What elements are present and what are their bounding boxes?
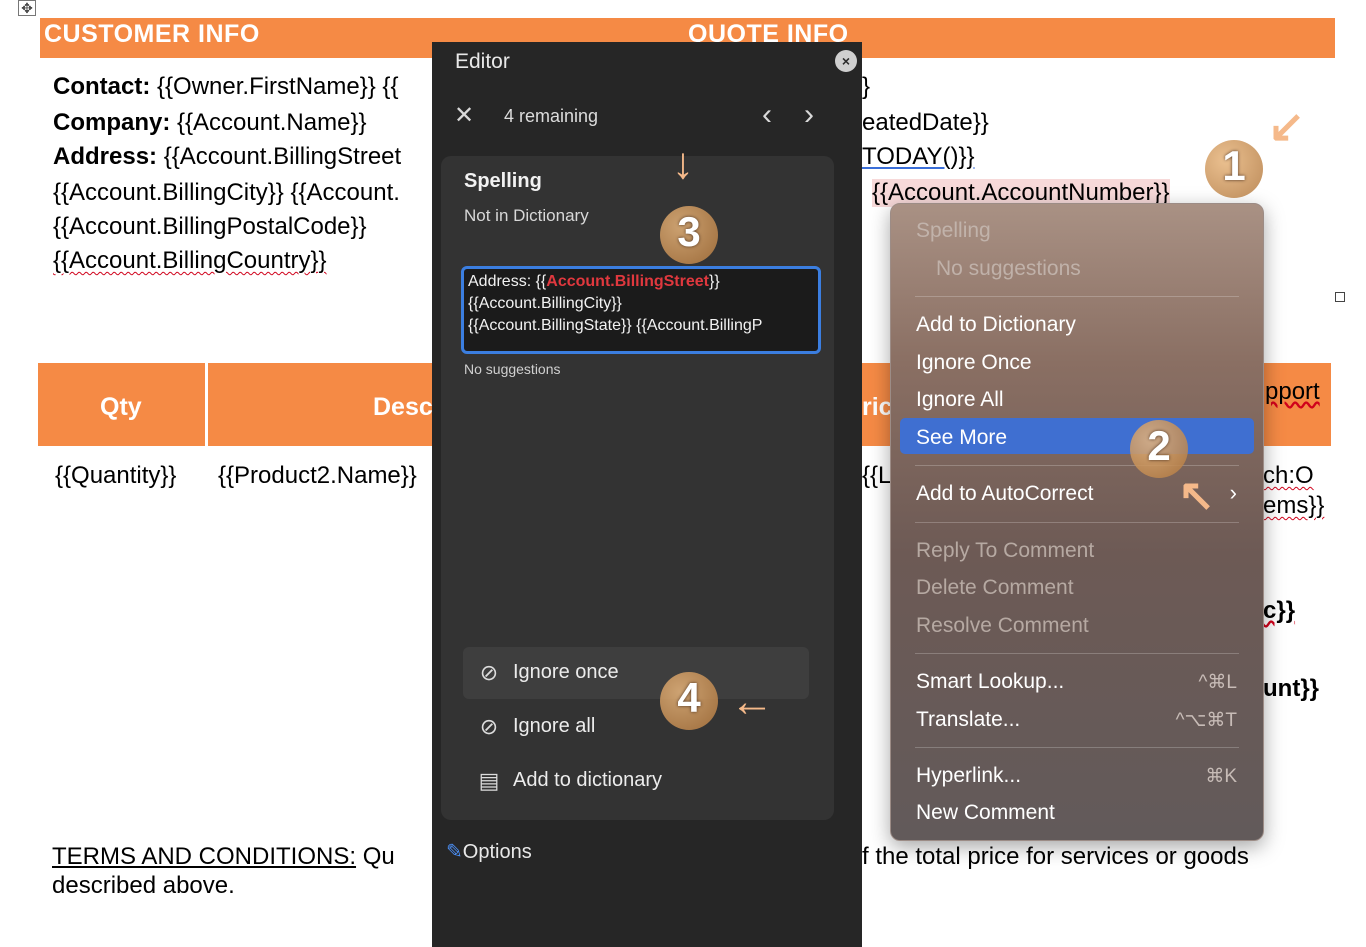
list-price-cell: {{L	[862, 462, 892, 489]
step-number: 1	[1222, 142, 1246, 189]
flagged-word: Account.BillingStreet	[546, 273, 709, 290]
menu-separator	[915, 296, 1239, 297]
context-snippet: Address: {{Account.BillingStreet}} {{Acc…	[461, 266, 821, 354]
suggestion-card: Spelling Not in Dictionary Address: {{Ac…	[441, 156, 834, 820]
support-column-header: pport	[1265, 378, 1320, 405]
contact-line: Contact: {{Owner.FirstName}} {{	[53, 73, 398, 101]
snippet-prefix: Address: {{	[468, 273, 547, 290]
add-to-dictionary-label: Add to dictionary	[513, 769, 662, 791]
description-column-header: Desc	[373, 393, 433, 421]
step-number: 4	[677, 674, 701, 721]
support-cell-1: ch:O	[1263, 462, 1314, 489]
menu-separator	[915, 465, 1239, 466]
terms-line-2: described above.	[52, 872, 235, 899]
menu-see-more[interactable]: See More	[916, 426, 1007, 450]
prohibited-icon: ⊘	[479, 660, 499, 685]
editor-title: Editor	[455, 50, 510, 73]
terms-text-left: Qu	[356, 843, 395, 870]
smart-lookup-shortcut: ^⌘L	[1198, 672, 1237, 693]
step-3-badge: 3	[660, 206, 718, 264]
no-suggestions-text: No suggestions	[464, 361, 561, 377]
menu-separator	[915, 653, 1239, 654]
step-4-badge: 4	[660, 672, 718, 730]
contact-value: {{Owner.FirstName}} {{	[157, 73, 399, 100]
menu-ignore-all[interactable]: Ignore All	[916, 388, 1004, 412]
menu-translate[interactable]: Translate...	[916, 708, 1020, 732]
terms-line: TERMS AND CONDITIONS: Qu	[52, 843, 395, 871]
resize-handle[interactable]	[1335, 292, 1345, 302]
pen-icon: ✎	[446, 841, 463, 863]
snippet-suffix: }}	[708, 273, 720, 290]
close-pane-icon[interactable]: ×	[835, 50, 857, 72]
step-1-badge: 1	[1205, 140, 1263, 198]
address-value: {{Account.BillingStreet	[163, 143, 402, 170]
hyperlink-shortcut: ⌘K	[1205, 766, 1237, 787]
options-link[interactable]: ✎Options	[446, 839, 532, 864]
menu-new-comment[interactable]: New Comment	[916, 801, 1055, 825]
snippet-line-1: Address: {{Account.BillingStreet}}	[468, 271, 814, 293]
menu-add-to-autocorrect[interactable]: Add to AutoCorrect	[916, 482, 1093, 506]
remaining-count: 4 remaining	[504, 106, 599, 126]
total-field-1: c}}	[1263, 597, 1296, 624]
menu-hyperlink[interactable]: Hyperlink...	[916, 764, 1021, 788]
menu-delete-comment[interactable]: Delete Comment	[916, 576, 1074, 600]
total-field-2: unt}}	[1263, 675, 1319, 702]
dictionary-icon: ▤	[478, 768, 500, 793]
previous-issue-icon[interactable]: ‹	[762, 100, 772, 130]
prohibited-all-icon: ⊘	[479, 714, 499, 739]
company-value: {{Account.Name}}	[177, 109, 367, 136]
step-2-badge: 2	[1130, 420, 1188, 478]
billing-city-line: {{Account.BillingCity}} {{Account.	[53, 179, 400, 206]
next-issue-icon[interactable]: ›	[804, 100, 814, 130]
address-line: Address: {{Account.BillingStreet	[53, 143, 401, 171]
menu-separator	[915, 747, 1239, 748]
billing-country-line: {{Account.BillingCountry}}	[53, 247, 327, 274]
quote-line-3: TODAY()}}	[862, 143, 975, 170]
price-column-header: ric	[862, 393, 893, 421]
step-number: 2	[1147, 422, 1171, 469]
translate-shortcut: ^⌥⌘T	[1175, 710, 1237, 731]
dismiss-icon[interactable]: ✕	[454, 104, 474, 128]
issue-subcategory: Not in Dictionary	[464, 206, 589, 225]
menu-reply-to-comment[interactable]: Reply To Comment	[916, 539, 1094, 563]
qty-column-header: Qty	[100, 393, 142, 421]
snippet-line-2: {{Account.BillingCity}}	[468, 295, 622, 312]
step-2-arrow-icon: ↖	[1178, 471, 1215, 520]
table-move-handle-icon[interactable]: ✥	[18, 0, 36, 16]
terms-text-right: f the total price for services or goods	[862, 843, 1249, 870]
editor-pane: Editor × ✕ 4 remaining ‹ › Spelling Not …	[432, 42, 862, 947]
step-number: 3	[677, 208, 701, 255]
support-cell-2: ems}}	[1263, 492, 1325, 519]
issue-category: Spelling	[464, 170, 542, 192]
menu-no-suggestions: No suggestions	[936, 257, 1081, 280]
step-1-arrow-icon: ↙	[1268, 102, 1305, 151]
ignore-once-label: Ignore once	[513, 661, 619, 683]
company-label: Company:	[53, 109, 171, 136]
submenu-chevron-icon: ›	[1229, 480, 1237, 505]
options-label: Options	[462, 841, 532, 863]
terms-label: TERMS AND CONDITIONS:	[52, 843, 357, 870]
quote-line-2: eatedDate}}	[862, 109, 989, 136]
customer-info-header: CUSTOMER INFO	[44, 20, 260, 48]
menu-resolve-comment[interactable]: Resolve Comment	[916, 614, 1089, 638]
spelling-context-menu: Spelling No suggestions Add to Dictionar…	[890, 203, 1264, 841]
step-4-arrow-icon: ←	[730, 677, 774, 726]
address-label: Address:	[53, 143, 158, 170]
company-line: Company: {{Account.Name}}	[53, 109, 366, 137]
quote-line-1: }	[862, 73, 871, 100]
add-to-dictionary-button[interactable]: ▤ Add to dictionary	[463, 755, 809, 807]
product-name-cell: {{Product2.Name}}	[218, 462, 417, 489]
menu-ignore-once[interactable]: Ignore Once	[916, 351, 1032, 375]
menu-add-to-dictionary[interactable]: Add to Dictionary	[916, 313, 1076, 337]
ignore-all-label: Ignore all	[513, 715, 596, 737]
menu-smart-lookup[interactable]: Smart Lookup...	[916, 670, 1064, 694]
quantity-cell: {{Quantity}}	[55, 462, 177, 489]
menu-separator	[915, 522, 1239, 523]
billing-postal-line: {{Account.BillingPostalCode}}	[53, 213, 367, 240]
snippet-line-3: {{Account.BillingState}} {{Account.Billi…	[468, 317, 763, 334]
column-divider	[205, 363, 208, 446]
step-3-arrow-icon: ↓	[672, 139, 694, 188]
menu-spelling-header: Spelling	[916, 219, 991, 242]
contact-label: Contact:	[53, 73, 151, 100]
